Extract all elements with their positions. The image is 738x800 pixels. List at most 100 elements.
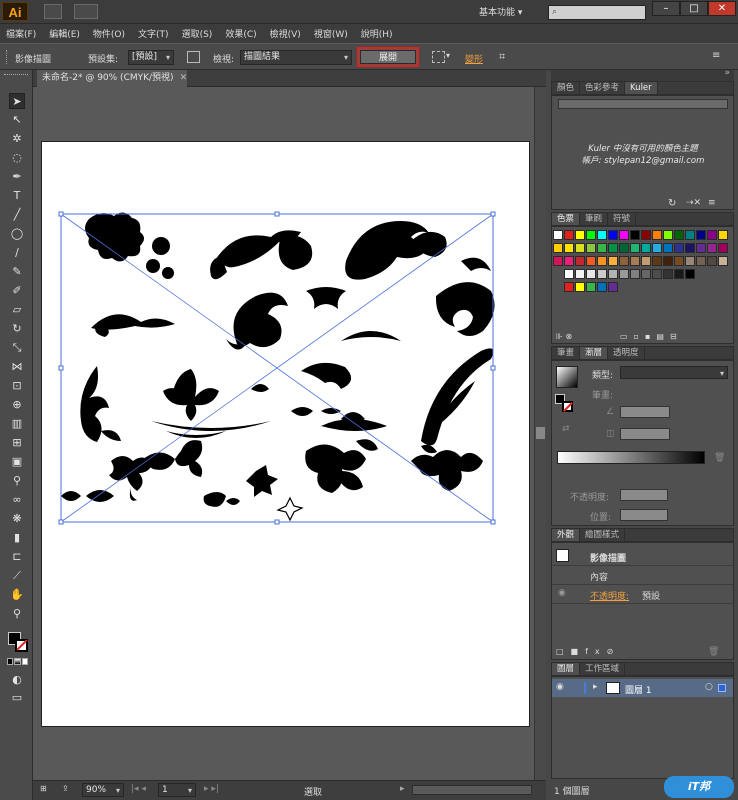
appearance-opacity-row[interactable]: ◉ 不透明度: 預設 [552, 585, 733, 604]
color-swatch[interactable] [674, 269, 684, 279]
color-swatch[interactable] [597, 269, 607, 279]
tab-stroke[interactable]: 筆畫 [552, 347, 581, 359]
layer-row[interactable]: ◉ ▸ 圖層 1 ○ [552, 679, 733, 697]
blob-brush-tool-icon[interactable]: ✐ [9, 283, 25, 299]
aspect-ratio-field[interactable] [620, 428, 670, 440]
kuler-panel-menu-icon[interactable]: ≡ [708, 198, 716, 208]
color-swatch[interactable] [630, 269, 640, 279]
collapse-icon[interactable]: » [724, 68, 730, 78]
isolate-icon[interactable]: ⌗ [499, 50, 505, 64]
symbol-sprayer-tool-icon[interactable]: ❋ [9, 511, 25, 527]
gradient-tool-icon[interactable]: ▣ [9, 454, 25, 470]
gradient-slider[interactable] [557, 451, 705, 464]
gradient-stroke-icon[interactable] [562, 401, 573, 412]
appearance-delete-icon[interactable]: 🗑 [708, 647, 719, 657]
expand-layer-icon[interactable]: ▸ [593, 682, 598, 692]
lasso-tool-icon[interactable]: ◌ [9, 150, 25, 166]
tab-color-guide[interactable]: 色彩參考 [580, 82, 626, 94]
tab-artboards[interactable]: 工作區域 [580, 663, 626, 675]
page-dropdown[interactable]: 1 [158, 783, 196, 797]
menu-select[interactable]: 選取(S) [182, 27, 213, 40]
arrange-documents-icon[interactable] [74, 4, 98, 19]
tab-kuler[interactable]: Kuler [625, 82, 658, 94]
add-to-swatches-icon[interactable]: ⇢✕ [686, 198, 701, 208]
type-tool-icon[interactable]: T [9, 188, 25, 204]
color-swatch[interactable] [564, 243, 574, 253]
align-chevron-icon[interactable]: ▾ [446, 51, 450, 60]
delete-stop-icon[interactable]: 🗑 [714, 453, 725, 463]
magic-wand-tool-icon[interactable]: ✲ [9, 131, 25, 147]
tab-layers[interactable]: 圖層 [552, 663, 581, 675]
color-swatch[interactable] [652, 243, 662, 253]
color-swatch[interactable] [586, 256, 596, 266]
screen-mode-status-icon[interactable]: ⊞ [40, 784, 47, 793]
kuler-search-field[interactable] [558, 99, 728, 109]
color-swatch[interactable] [553, 243, 563, 253]
menu-view[interactable]: 檢視(V) [270, 27, 301, 40]
tab-graphic-styles[interactable]: 繪圖樣式 [580, 529, 626, 541]
color-swatch[interactable] [597, 230, 607, 240]
color-swatch[interactable] [619, 256, 629, 266]
shape-builder-tool-icon[interactable]: ⊕ [9, 397, 25, 413]
color-swatch[interactable] [553, 230, 563, 240]
color-swatch[interactable] [707, 256, 717, 266]
share-icon[interactable]: ⇪ [62, 784, 69, 793]
document-tab[interactable]: 未命名-2* @ 90% (CMYK/預視) ✕ [37, 70, 187, 87]
panel-menu-icon[interactable]: ≡ [712, 50, 720, 61]
color-swatch[interactable] [564, 269, 574, 279]
transform-link[interactable]: 變形 [465, 52, 483, 65]
refresh-icon[interactable]: ↻ [668, 198, 676, 209]
color-swatch[interactable] [575, 256, 585, 266]
color-swatch[interactable] [718, 256, 728, 266]
hand-tool-icon[interactable]: ✋ [9, 587, 25, 603]
color-swatch[interactable] [575, 269, 585, 279]
stop-position-field[interactable] [620, 509, 668, 521]
color-swatch[interactable] [641, 230, 651, 240]
color-swatch[interactable] [707, 230, 717, 240]
color-swatch[interactable] [597, 243, 607, 253]
zoom-tool-icon[interactable]: ⚲ [9, 606, 25, 622]
color-swatch[interactable] [564, 230, 574, 240]
traced-artwork[interactable] [41, 141, 530, 727]
color-swatch[interactable] [663, 269, 673, 279]
appearance-contents-row[interactable]: 內容 [552, 566, 733, 585]
tab-appearance[interactable]: 外觀 [552, 529, 581, 541]
menu-effect[interactable]: 效果(C) [225, 27, 256, 40]
color-swatch[interactable] [641, 256, 651, 266]
screen-mode-icon[interactable]: ▭ [9, 690, 25, 706]
menu-object[interactable]: 物件(O) [93, 27, 125, 40]
color-swatch[interactable] [597, 282, 607, 292]
horizontal-scrollbar[interactable] [412, 785, 532, 795]
color-swatch[interactable] [630, 256, 640, 266]
swatch-actions-icon[interactable]: ▭▫▪▤⊟ [620, 332, 683, 341]
reverse-gradient-icon[interactable]: ⇄ [562, 424, 570, 434]
first-page-icon[interactable]: |◂ ◂ [131, 784, 146, 794]
rotate-tool-icon[interactable]: ↻ [9, 321, 25, 337]
color-swatch[interactable] [608, 282, 618, 292]
menu-type[interactable]: 文字(T) [138, 27, 169, 40]
appearance-actions-icon[interactable]: □■fx⊘ [556, 647, 620, 656]
swatch-grid[interactable] [553, 230, 731, 310]
color-swatch[interactable] [674, 256, 684, 266]
color-swatch[interactable] [608, 243, 618, 253]
menu-file[interactable]: 檔案(F) [6, 27, 36, 40]
tracing-panel-icon[interactable] [187, 51, 200, 63]
ellipse-tool-icon[interactable]: ◯ [9, 226, 25, 242]
drawing-mode-icon[interactable]: ◐ [9, 672, 25, 688]
color-swatch[interactable] [685, 243, 695, 253]
column-graph-tool-icon[interactable]: ▮ [9, 530, 25, 546]
status-arrow-icon[interactable]: ▸ [400, 784, 405, 794]
color-swatch[interactable] [652, 230, 662, 240]
close-button[interactable]: ✕ [708, 1, 736, 16]
color-swatch[interactable] [663, 230, 673, 240]
tab-close-icon[interactable]: ✕ [180, 73, 188, 83]
expand-button[interactable]: 展開 [357, 47, 419, 67]
color-swatch[interactable] [707, 243, 717, 253]
slice-tool-icon[interactable]: ⟋ [9, 568, 25, 584]
color-swatch[interactable] [575, 282, 585, 292]
color-swatch[interactable] [641, 269, 651, 279]
layer-eye-icon[interactable]: ◉ [556, 682, 564, 692]
color-swatch[interactable] [575, 230, 585, 240]
color-swatch[interactable] [608, 269, 618, 279]
gradient-type-dropdown[interactable] [620, 366, 728, 380]
